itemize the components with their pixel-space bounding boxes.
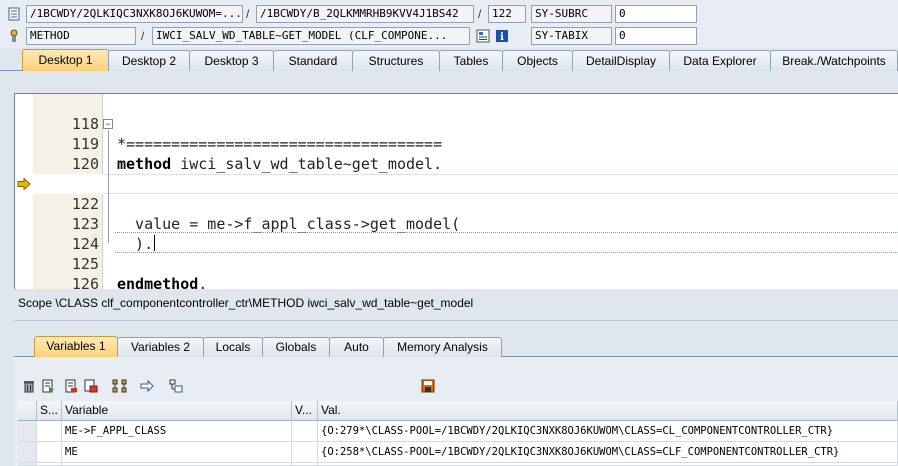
tab-globals[interactable]: Globals bbox=[262, 337, 330, 357]
code-line[interactable]: 119 method iwci_salv_wd_table~get_model. bbox=[15, 114, 898, 173]
hierarchy-icon[interactable] bbox=[111, 377, 129, 395]
tab-objects[interactable]: Objects bbox=[502, 50, 573, 71]
code-line[interactable]: 123 ). bbox=[15, 194, 898, 253]
variable-name-cell[interactable]: ME bbox=[62, 442, 292, 463]
structure-icon[interactable] bbox=[167, 377, 185, 395]
row-selector[interactable] bbox=[18, 421, 37, 442]
tab-data-explorer[interactable]: Data Explorer bbox=[669, 50, 771, 71]
export-icon[interactable] bbox=[39, 377, 57, 395]
separator: / bbox=[478, 7, 482, 21]
tab-tables[interactable]: Tables bbox=[439, 50, 503, 71]
v-cell bbox=[292, 421, 318, 442]
tab-variables-2[interactable]: Variables 2 bbox=[117, 337, 204, 357]
column-header-v[interactable]: V... bbox=[292, 401, 318, 421]
tab-desktop-2[interactable]: Desktop 2 bbox=[108, 50, 190, 71]
row-selector[interactable] bbox=[18, 442, 37, 463]
code-line-current[interactable]: 122 value = me->f_appl_class->get_model( bbox=[15, 174, 898, 233]
navigate-icon[interactable] bbox=[138, 377, 156, 395]
code-line[interactable]: 120 *=================================== bbox=[15, 134, 898, 193]
save-icon[interactable] bbox=[419, 377, 437, 395]
tab-auto[interactable]: Auto bbox=[329, 337, 384, 357]
code-line[interactable]: 126 bbox=[15, 254, 898, 289]
code-line[interactable]: 125 endmethod. bbox=[15, 234, 898, 289]
sysvar-name-subrc: SY-SUBRC bbox=[531, 5, 612, 23]
sysvar-value-subrc[interactable]: 0 bbox=[615, 5, 697, 23]
tab-variables-1[interactable]: Variables 1 bbox=[34, 336, 118, 357]
variable-value-cell[interactable]: {O:258*\CLASS-POOL=/1BCWDY/2QLKIQC3NXK8O… bbox=[318, 442, 898, 463]
include-field[interactable]: /1BCWDY/B_2QLKMMRHB9KVV4J1BS42 bbox=[256, 5, 474, 23]
v-cell bbox=[292, 442, 318, 463]
tab-desktop-3[interactable]: Desktop 3 bbox=[189, 50, 274, 71]
tab-memory-analysis[interactable]: Memory Analysis bbox=[383, 337, 502, 357]
svg-text:i: i bbox=[500, 32, 504, 43]
column-header-value[interactable]: Val. bbox=[318, 401, 898, 421]
code-line[interactable]: 124 bbox=[15, 214, 898, 253]
sysvar-name-tabix: SY-TABIX bbox=[531, 27, 612, 45]
code-line[interactable]: 127 *===================================… bbox=[15, 274, 898, 289]
source-code-editor[interactable]: 118 *===================================… bbox=[14, 93, 898, 289]
import-icon[interactable] bbox=[62, 377, 80, 395]
column-header-variable[interactable]: Variable bbox=[62, 401, 292, 421]
block-separator bbox=[115, 232, 898, 233]
column-selector[interactable] bbox=[18, 401, 37, 421]
tab-structures[interactable]: Structures bbox=[352, 50, 440, 71]
column-header-status[interactable]: S... bbox=[37, 401, 62, 421]
sysvar-value-tabix[interactable]: 0 bbox=[615, 27, 697, 45]
separator: / bbox=[141, 29, 145, 43]
block-separator bbox=[115, 252, 898, 253]
source-code-icon[interactable] bbox=[475, 28, 491, 44]
tab-locals[interactable]: Locals bbox=[203, 337, 263, 357]
separator: / bbox=[246, 7, 250, 21]
program-field[interactable]: /1BCWDY/2QLKIQC3NXK8OJ6KUWOM=... bbox=[26, 5, 243, 23]
document-icon bbox=[6, 6, 22, 22]
tab-breakpoints-watchpoints[interactable]: Break./Watchpoints bbox=[770, 50, 898, 71]
event-icon bbox=[6, 28, 22, 44]
code-line[interactable]: 118 *=================================== bbox=[15, 94, 898, 153]
line-number-field[interactable]: 122 bbox=[488, 5, 526, 23]
event-field[interactable]: IWCI_SALV_WD_TABLE~GET_MODEL (CLF_COMPON… bbox=[152, 27, 470, 45]
event-type-field[interactable]: METHOD bbox=[26, 27, 136, 45]
code-line[interactable]: 121 bbox=[15, 154, 898, 193]
pane-splitter[interactable] bbox=[14, 320, 898, 321]
variable-value-cell[interactable]: {O:279*\CLASS-POOL=/1BCWDY/2QLKIQC3NXK8O… bbox=[318, 421, 898, 442]
status-cell bbox=[37, 442, 62, 463]
tab-desktop-1[interactable]: Desktop 1 bbox=[22, 49, 109, 71]
fold-guide bbox=[108, 130, 109, 243]
tab-detaildisplay[interactable]: DetailDisplay bbox=[572, 50, 670, 71]
variable-name-cell[interactable]: ME->F_APPL_CLASS bbox=[62, 421, 292, 442]
scope-label: Scope \CLASS clf_componentcontroller_ctr… bbox=[18, 296, 474, 310]
save-layout-icon[interactable] bbox=[82, 377, 100, 395]
status-cell bbox=[37, 421, 62, 442]
collapse-icon[interactable]: − bbox=[103, 119, 113, 129]
delete-icon[interactable] bbox=[20, 377, 38, 395]
tab-standard[interactable]: Standard bbox=[273, 50, 353, 71]
info-icon[interactable]: i bbox=[494, 28, 510, 44]
execution-arrow-icon bbox=[17, 178, 31, 190]
